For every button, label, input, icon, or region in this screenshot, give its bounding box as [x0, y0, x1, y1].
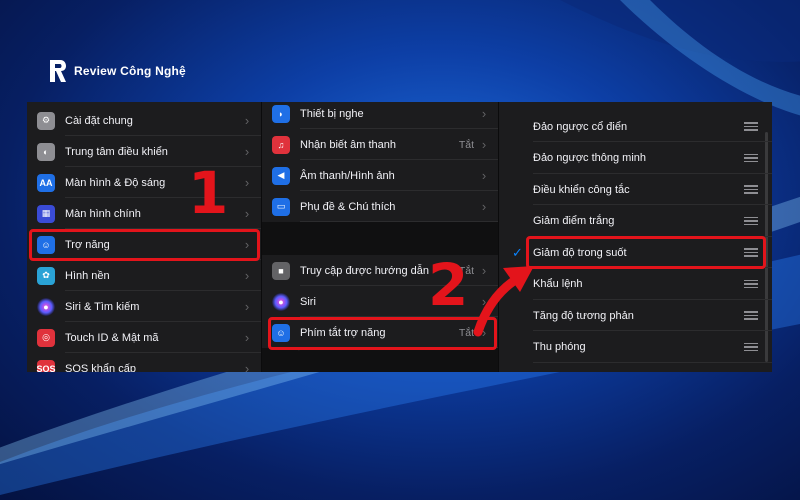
accessibility-list: CÀI ĐẶT CHUNG ◗Thiết bị nghe›♫Nhận biết …: [262, 102, 499, 372]
accessibility-row[interactable]: ▭ Phụ đề & Chú thích ›: [262, 191, 498, 222]
shortcut-row[interactable]: Đảo ngược cổ điển: [499, 111, 772, 142]
chevron-right-icon: ›: [481, 263, 487, 278]
accessibility-icon: ☺: [272, 323, 290, 342]
row-label: Giảm độ trong suốt: [533, 246, 627, 259]
chevron-right-icon: ›: [481, 199, 487, 214]
reorder-handle-icon[interactable]: [744, 153, 758, 163]
chevron-right-icon: ›: [244, 237, 250, 252]
reorder-handle-icon[interactable]: [744, 279, 758, 289]
row-label: Đảo ngược cổ điển: [533, 120, 628, 133]
chevron-right-icon: ›: [244, 206, 250, 221]
settings-row[interactable]: ⚙ Cài đặt chung ›: [27, 105, 261, 136]
brand-name: Review Công Nghệ: [74, 64, 186, 78]
accessibility-row[interactable]: ◀ Âm thanh/Hình ảnh ›: [262, 160, 498, 191]
row-label: Điều khiển công tắc: [533, 183, 630, 196]
chevron-right-icon: ›: [244, 361, 250, 372]
ear-icon: ◗: [272, 104, 290, 123]
flower-icon: ✿: [37, 266, 55, 285]
settings-row[interactable]: ☺ Trợ năng ›: [27, 229, 261, 260]
aa-icon: AA: [37, 173, 55, 192]
accessibility-general-row[interactable]: ☺ Phím tắt trợ năng Tắt ›: [262, 317, 498, 348]
row-value: Tắt: [458, 326, 474, 339]
row-label: Cài đặt chung: [65, 114, 133, 127]
siri-icon: ●: [37, 297, 55, 316]
sound-recognition-icon: ♫: [272, 135, 290, 154]
chevron-right-icon: ›: [244, 144, 250, 159]
row-label: Touch ID & Mật mã: [65, 331, 159, 344]
home-grid-icon: ▦: [37, 204, 55, 223]
settings-row[interactable]: SOS SOS khẩn cấp ›: [27, 353, 261, 372]
chevron-right-icon: ›: [481, 325, 487, 340]
shortcut-row[interactable]: Tăng độ tương phản: [499, 300, 772, 331]
shortcut-row[interactable]: Đảo ngược thông minh: [499, 143, 772, 174]
reorder-handle-icon[interactable]: [744, 122, 758, 131]
chevron-right-icon: ›: [481, 294, 487, 309]
divider: [300, 221, 498, 222]
settings-row[interactable]: ◎ Touch ID & Mật mã ›: [27, 322, 261, 353]
settings-list: ⚙ Cài đặt chung › ◐ Trung tâm điều khiển › AA M…: [27, 102, 262, 372]
reorder-handle-icon[interactable]: [744, 248, 758, 257]
chevron-right-icon: ›: [481, 137, 487, 152]
step-number-2: 2: [428, 251, 469, 319]
fingerprint-icon: ◎: [37, 328, 55, 347]
accessibility-row[interactable]: ◗ Thiết bị nghe ›: [262, 102, 498, 129]
row-label: Tăng độ tương phản: [533, 309, 634, 322]
shortcut-row[interactable]: ✓ Giảm độ trong suốt: [499, 237, 772, 268]
row-label: Trợ năng: [65, 238, 110, 251]
shortcut-row[interactable]: Thu phóng: [499, 332, 772, 363]
captions-icon: ▭: [272, 197, 290, 216]
speaker-icon: ◀: [272, 166, 290, 185]
row-label: Siri & Tìm kiếm: [65, 300, 140, 313]
chevron-right-icon: ›: [244, 113, 250, 128]
settings-row[interactable]: ✿ Hình nền ›: [27, 260, 261, 291]
divider: [533, 361, 772, 363]
row-label: Phụ đề & Chú thích: [300, 200, 396, 213]
shortcut-list: Đảo ngược cổ điển Đảo ngược thông minh Điề…: [499, 102, 772, 372]
gear-icon: ⚙: [37, 111, 55, 130]
siri-icon: ●: [272, 292, 290, 311]
step-number-1: 1: [188, 159, 229, 227]
shortcut-row[interactable]: Điều khiển công tắc: [499, 174, 772, 205]
row-value: Tắt: [458, 138, 474, 151]
chevron-right-icon: ›: [244, 175, 250, 190]
divider: [300, 347, 498, 348]
row-label: Nhận biết âm thanh: [300, 138, 397, 151]
reorder-handle-icon[interactable]: [744, 216, 758, 226]
lock-icon: ■: [272, 261, 290, 280]
settings-screenshot: ⚙ Cài đặt chung › ◐ Trung tâm điều khiển › AA M…: [27, 102, 772, 372]
brand: Review Công Nghệ: [48, 58, 186, 84]
row-label: Hình nền: [65, 269, 110, 282]
row-label: Thu phóng: [533, 341, 586, 353]
chevron-right-icon: ›: [481, 168, 487, 183]
checkmark-icon: ✓: [512, 244, 523, 260]
row-label: Phím tắt trợ năng: [300, 326, 386, 339]
reorder-handle-icon[interactable]: [744, 311, 758, 320]
toggles-icon: ◐: [37, 142, 55, 161]
chevron-right-icon: ›: [244, 330, 250, 345]
row-label: SOS khẩn cấp: [65, 362, 136, 373]
row-label: Giảm điểm trắng: [533, 215, 615, 227]
row-label: Khẩu lệnh: [533, 278, 583, 290]
row-label: Đảo ngược thông minh: [533, 152, 647, 164]
reorder-handle-icon[interactable]: [744, 185, 758, 194]
shortcut-row[interactable]: Giảm điểm trắng: [499, 206, 772, 237]
shortcut-row[interactable]: Khẩu lệnh: [499, 269, 772, 300]
chevron-right-icon: ›: [244, 299, 250, 314]
accessibility-row[interactable]: ♫ Nhận biết âm thanh Tắt ›: [262, 129, 498, 160]
row-label: Trung tâm điều khiển: [65, 145, 168, 158]
reorder-handle-icon[interactable]: [744, 342, 758, 352]
accessibility-icon: ☺: [37, 235, 55, 254]
row-label: Âm thanh/Hình ảnh: [300, 169, 395, 182]
r-logo-icon: [50, 60, 66, 82]
row-label: Thiết bị nghe: [300, 107, 364, 120]
sos-icon: SOS: [37, 359, 56, 372]
settings-row[interactable]: ● Siri & Tìm kiếm ›: [27, 291, 261, 322]
chevron-right-icon: ›: [244, 268, 250, 283]
chevron-right-icon: ›: [481, 106, 487, 121]
